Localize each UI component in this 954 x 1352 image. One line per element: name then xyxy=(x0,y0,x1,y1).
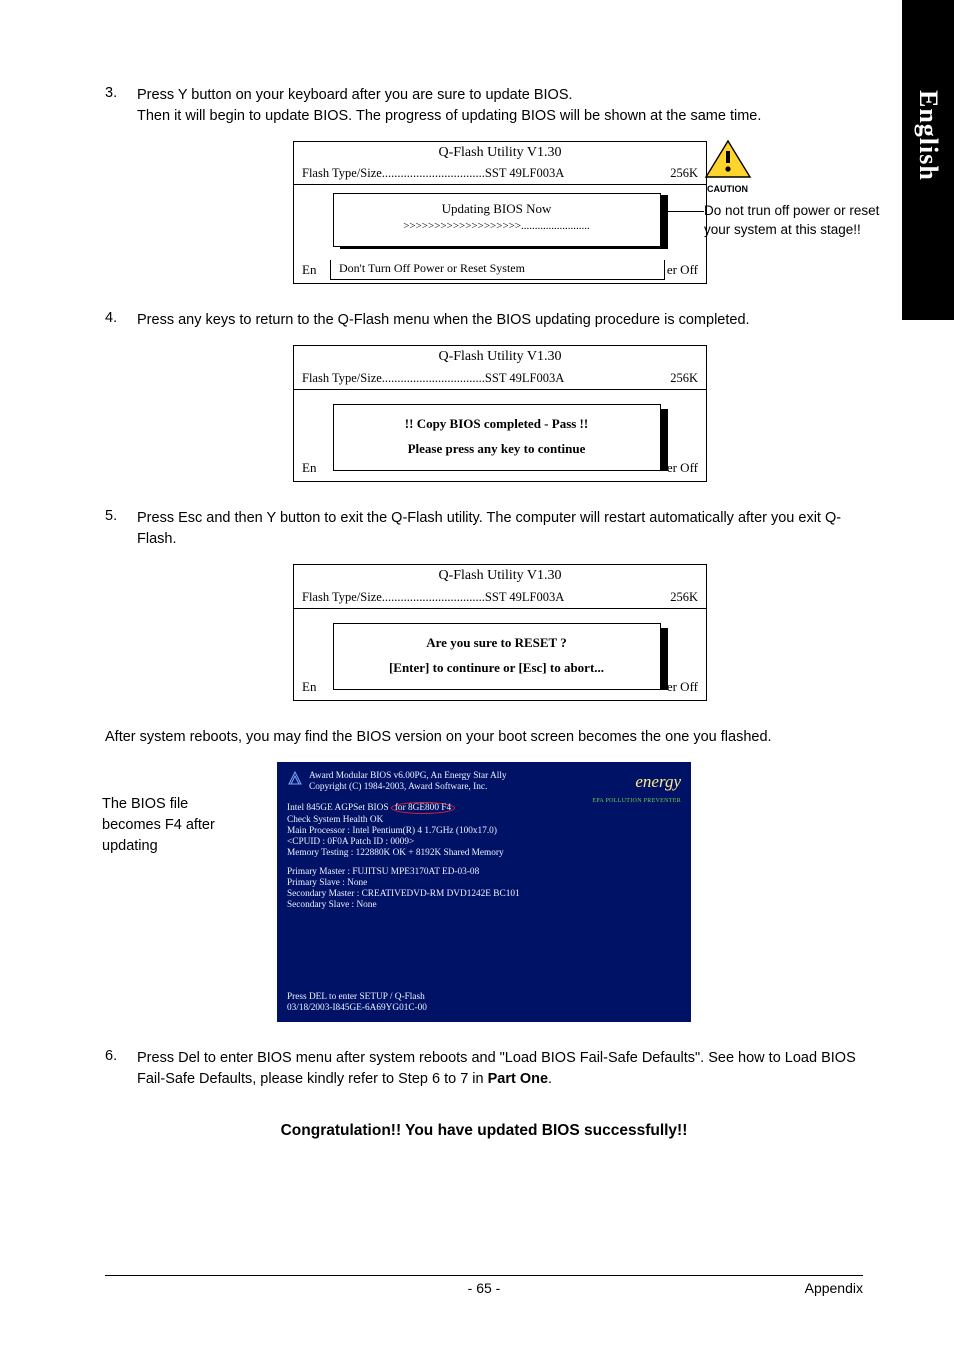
boot-screen-figure: The BIOS file becomes F4 after updating … xyxy=(105,762,863,1022)
step-4-text: Press any keys to return to the Q-Flash … xyxy=(137,310,863,331)
qflash-title: Q-Flash Utility V1.30 xyxy=(294,142,706,164)
boot-line-6: Primary Master : FUJITSU MPE3170AT ED-03… xyxy=(287,867,681,877)
qflash-box1-line1: Updating BIOS Now xyxy=(340,200,654,219)
page-footer: - 65 - Appendix xyxy=(105,1275,863,1296)
qflash-panel-1: Q-Flash Utility V1.30 Flash Type/Size...… xyxy=(293,141,707,284)
step-3: 3. Press Y button on your keyboard after… xyxy=(105,85,863,306)
language-tab: English xyxy=(902,0,954,320)
boot-footer-1: Press DEL to enter SETUP / Q-Flash xyxy=(287,992,427,1002)
qflash-figure-1: Q-Flash Utility V1.30 Flash Type/Size...… xyxy=(137,141,863,284)
step-5-text: Press Esc and then Y button to exit the … xyxy=(137,508,863,550)
qflash-low-left: En xyxy=(302,261,316,280)
boot-screen: energy EPA POLLUTION PREVENTER Award Mod… xyxy=(277,762,691,1022)
step-6: 6. Press Del to enter BIOS menu after sy… xyxy=(105,1048,863,1104)
qflash-low-overlay: Don't Turn Off Power or Reset System xyxy=(330,260,665,279)
boot-oval-highlight: for 8GE800 F4 xyxy=(391,802,455,814)
qflash-meta-left-3: Flash Type/Size.........................… xyxy=(302,588,564,606)
qflash-figure-2: Q-Flash Utility V1.30 Flash Type/Size...… xyxy=(137,345,863,482)
qflash-meta-left-2: Flash Type/Size.........................… xyxy=(302,369,564,387)
boot-head-1: Award Modular BIOS v6.00PG, An Energy St… xyxy=(309,771,507,781)
qflash-box3-line2: [Enter] to continure or [Esc] to abort..… xyxy=(340,659,654,678)
qflash-box3-line1: Are you sure to RESET ? xyxy=(340,634,654,653)
qflash-title-2: Q-Flash Utility V1.30 xyxy=(294,346,706,368)
qflash-box2-line1: !! Copy BIOS completed - Pass !! xyxy=(340,415,654,434)
boot-caption: The BIOS file becomes F4 after updating xyxy=(102,794,230,857)
qflash-box1-line2: >>>>>>>>>>>>>>>>>>>.....................… xyxy=(340,219,654,235)
step-list-2: 6. Press Del to enter BIOS menu after sy… xyxy=(105,1048,863,1104)
energy-logo-sub: EPA POLLUTION PREVENTER xyxy=(592,798,681,804)
qflash-meta-right-3: 256K xyxy=(670,588,698,606)
boot-footer-2: 03/18/2003-I845GE-6A69YG01C-00 xyxy=(287,1003,427,1013)
qflash-inner-box-1: Updating BIOS Now >>>>>>>>>>>>>>>>>>>...… xyxy=(333,193,661,247)
boot-line-2: Check System Health OK xyxy=(287,815,681,825)
boot-head-2: Copyright (C) 1984-2003, Award Software,… xyxy=(309,782,507,792)
step-5: 5. Press Esc and then Y button to exit t… xyxy=(105,508,863,723)
caution-text: Do not trun off power or reset your syst… xyxy=(704,202,884,240)
congratulation-text: Congratulation!! You have updated BIOS s… xyxy=(105,1122,863,1140)
step-4-number: 4. xyxy=(105,310,137,504)
step-list: 3. Press Y button on your keyboard after… xyxy=(105,85,863,723)
page-number: - 65 - xyxy=(105,1280,863,1296)
boot-line-7: Primary Slave : None xyxy=(287,878,681,888)
page-content: 3. Press Y button on your keyboard after… xyxy=(105,85,863,1140)
caution-label: CAUTION xyxy=(707,183,884,196)
boot-line-3: Main Processor : Intel Pentium(R) 4 1.7G… xyxy=(287,826,681,836)
boot-line-5: Memory Testing : 122880K OK + 8192K Shar… xyxy=(287,848,681,858)
qflash-box2-line2: Please press any key to continue xyxy=(340,440,654,459)
qflash-low-right: er Off xyxy=(667,261,698,280)
step-6-number: 6. xyxy=(105,1048,137,1104)
after-reboot-note: After system reboots, you may find the B… xyxy=(105,727,863,747)
qflash-panel-3: Q-Flash Utility V1.30 Flash Type/Size...… xyxy=(293,564,707,701)
qflash-meta-left: Flash Type/Size.........................… xyxy=(302,164,564,182)
qflash-title-3: Q-Flash Utility V1.30 xyxy=(294,565,706,587)
step-5-number: 5. xyxy=(105,508,137,723)
step-3-number: 3. xyxy=(105,85,137,306)
caution-callout: CAUTION Do not trun off power or reset y… xyxy=(704,139,884,239)
award-logo-icon xyxy=(287,770,303,786)
qflash-meta-right: 256K xyxy=(670,164,698,182)
boot-line-9: Secondary Slave : None xyxy=(287,900,681,910)
boot-line-8: Secondary Master : CREATIVEDVD-RM DVD124… xyxy=(287,889,681,899)
qflash-panel-2: Q-Flash Utility V1.30 Flash Type/Size...… xyxy=(293,345,707,482)
qflash-figure-3: Q-Flash Utility V1.30 Flash Type/Size...… xyxy=(137,564,863,701)
step-4: 4. Press any keys to return to the Q-Fla… xyxy=(105,310,863,504)
energy-logo: energy xyxy=(635,772,681,792)
boot-line-4: <CPUID : 0F0A Patch ID : 0009> xyxy=(287,837,681,847)
caution-icon xyxy=(704,139,752,183)
qflash-meta-right-2: 256K xyxy=(670,369,698,387)
step-6-text: Press Del to enter BIOS menu after syste… xyxy=(137,1048,863,1090)
step-3-text-1: Press Y button on your keyboard after yo… xyxy=(137,87,573,103)
language-label: English xyxy=(913,90,943,181)
step-3-text-2: Then it will begin to update BIOS. The p… xyxy=(137,108,761,124)
